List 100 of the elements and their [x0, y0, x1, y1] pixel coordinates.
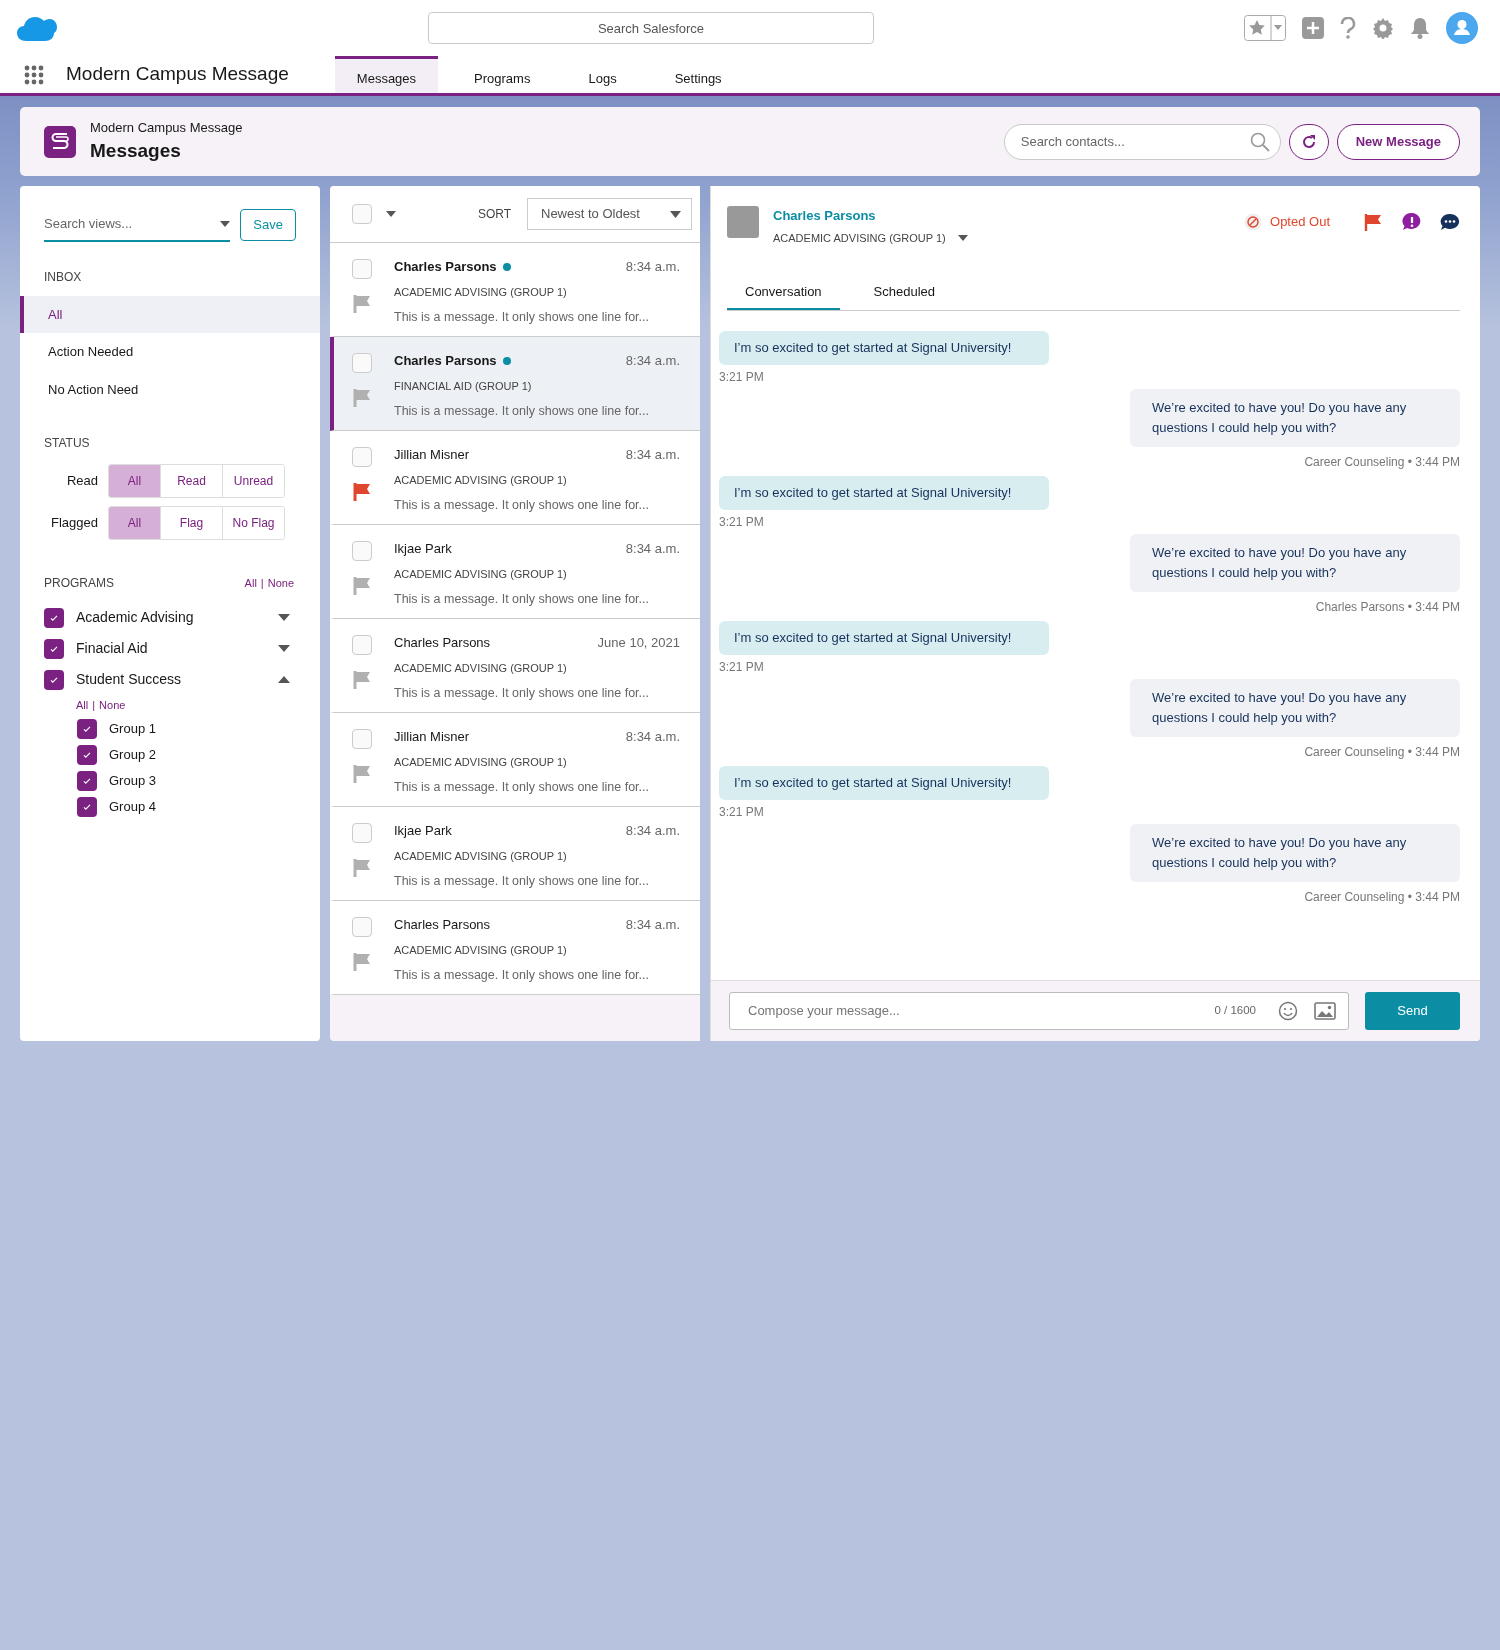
plus-icon[interactable] [1302, 17, 1324, 39]
checkbox[interactable] [77, 796, 97, 817]
dropdown-caret-icon[interactable] [386, 211, 396, 217]
refresh-button[interactable] [1288, 123, 1329, 160]
send-button[interactable]: Send [1365, 992, 1460, 1030]
views-search-field[interactable]: Search views... [44, 208, 231, 242]
select-all-checkbox[interactable] [352, 204, 372, 224]
message-preview: This is a message. It only shows one line for... [394, 403, 650, 420]
dropdown-caret-icon[interactable] [957, 234, 968, 241]
message-row[interactable]: Ikjae Park 8:34 a.m. ACADEMIC ADVISING (GROUP 1) This is a message. It only shows one line for... [330, 525, 700, 619]
sort-label: SORT [477, 206, 511, 223]
row-checkbox[interactable] [352, 729, 372, 749]
checkbox[interactable] [77, 770, 97, 791]
checkbox[interactable] [44, 607, 64, 628]
notifications-bell-icon[interactable] [1410, 17, 1430, 39]
row-checkbox[interactable] [352, 353, 372, 373]
conversation-tab[interactable]: Conversation [727, 276, 840, 310]
row-checkbox[interactable] [352, 259, 372, 279]
app-launcher-icon[interactable] [24, 64, 44, 85]
help-icon[interactable] [1340, 17, 1356, 39]
row-checkbox[interactable] [352, 447, 372, 467]
row-checkbox[interactable] [352, 541, 372, 561]
flag-outline-icon[interactable] [352, 387, 371, 407]
nav-tab[interactable]: Settings [652, 56, 744, 93]
checkbox[interactable] [77, 744, 97, 765]
flag-icon[interactable] [352, 481, 371, 501]
checkbox[interactable] [77, 718, 97, 739]
flag-outline-icon[interactable] [352, 857, 371, 877]
program-label: Academic Advising [76, 608, 195, 627]
group-label: Group 4 [109, 797, 156, 816]
row-checkbox[interactable] [352, 635, 372, 655]
message-meta: Career Counseling • 3:44 PM [1304, 453, 1460, 471]
message-row[interactable]: Charles Parsons 8:34 a.m. FINANCIAL AID (GROUP 1) This is a message. It only shows one line for... [330, 337, 700, 431]
sender-name: Jillian Misner [394, 446, 470, 464]
flag-outline-icon[interactable] [352, 575, 371, 595]
group-label: Group 3 [109, 771, 156, 790]
row-checkbox[interactable] [352, 917, 372, 937]
flag-outline-icon[interactable] [352, 951, 371, 971]
settings-icon[interactable] [1372, 17, 1394, 39]
checkbox[interactable] [44, 669, 64, 690]
program-name: ACADEMIC ADVISING (GROUP 1) [394, 472, 568, 488]
inbox-item[interactable]: No Action Need [20, 370, 320, 408]
flag-icon[interactable] [1364, 213, 1382, 231]
filter-option[interactable]: All [109, 465, 160, 497]
filter-label: Read [65, 472, 98, 491]
message-preview: This is a message. It only shows one line for... [394, 685, 650, 702]
none-link[interactable]: None [267, 574, 294, 592]
emoji-icon[interactable] [1278, 1001, 1298, 1021]
sender-name: Charles Parsons [394, 634, 491, 652]
collapse-caret-icon[interactable] [278, 676, 290, 683]
filter-option[interactable]: Unread [222, 465, 284, 497]
filter-option[interactable]: No Flag [222, 507, 284, 539]
message-row[interactable]: Jillian Misner 8:34 a.m. ACADEMIC ADVISING (GROUP 1) This is a message. It only shows one line for... [330, 431, 700, 525]
program-name: ACADEMIC ADVISING (GROUP 1) [394, 754, 568, 770]
message-preview: This is a message. It only shows one line for... [394, 967, 650, 984]
nav-tab[interactable]: Programs [452, 56, 553, 93]
sort-dropdown[interactable]: Newest to Oldest [527, 198, 692, 230]
filter-label: Flagged [50, 514, 98, 533]
alert-chat-icon[interactable] [1402, 212, 1422, 232]
contact-search-field[interactable]: Search contacts... [1003, 123, 1281, 160]
flag-outline-icon[interactable] [352, 293, 371, 313]
flag-outline-icon[interactable] [352, 669, 371, 689]
blocked-icon [1244, 213, 1262, 231]
message-row[interactable]: Ikjae Park 8:34 a.m. ACADEMIC ADVISING (GROUP 1) This is a message. It only shows one line for... [330, 807, 700, 901]
inbox-item[interactable]: All [20, 295, 320, 333]
program-name: FINANCIAL AID (GROUP 1) [394, 378, 533, 394]
message-preview: This is a message. It only shows one line for... [394, 309, 650, 326]
message-row[interactable]: Jillian Misner 8:34 a.m. ACADEMIC ADVISING (GROUP 1) This is a message. It only shows one line for... [330, 713, 700, 807]
conversation-tab[interactable]: Scheduled [855, 276, 954, 310]
contact-program: ACADEMIC ADVISING (GROUP 1) [773, 230, 946, 246]
all-link[interactable]: All [244, 574, 257, 592]
chat-bubble-icon[interactable] [1440, 212, 1460, 232]
expand-caret-icon[interactable] [278, 614, 290, 621]
filter-option[interactable]: All [109, 507, 160, 539]
nav-tab[interactable]: Messages [334, 56, 439, 93]
new-message-button[interactable]: New Message [1336, 123, 1460, 160]
checkbox[interactable] [44, 638, 64, 659]
message-meta: 3:21 PM [719, 803, 764, 821]
nav-tab[interactable]: Logs [566, 56, 639, 93]
inbox-item[interactable]: Action Needed [20, 333, 320, 371]
group-label: Group 1 [109, 719, 156, 738]
search-field[interactable]: Search Salesforce [428, 12, 874, 44]
save-button[interactable]: Save [240, 209, 296, 241]
message-meta: 3:21 PM [719, 368, 764, 386]
flag-outline-icon[interactable] [352, 763, 371, 783]
contact-name-link[interactable]: Charles Parsons [773, 206, 1244, 226]
none-link[interactable]: None [99, 697, 126, 714]
message-row[interactable]: Charles Parsons 8:34 a.m. ACADEMIC ADVISING (GROUP 1) This is a message. It only shows one line for... [330, 901, 700, 995]
sender-name: Charles Parsons [394, 352, 497, 370]
avatar-icon[interactable] [1446, 12, 1478, 44]
row-checkbox[interactable] [352, 823, 372, 843]
compose-field[interactable]: Compose your message... 0 / 1600 [729, 992, 1349, 1030]
message-row[interactable]: Charles Parsons 8:34 a.m. ACADEMIC ADVISING (GROUP 1) This is a message. It only shows one line for... [330, 243, 700, 337]
message-time: 8:34 a.m. [625, 352, 680, 370]
dropdown-caret-icon [220, 220, 231, 227]
image-icon[interactable] [1314, 1002, 1336, 1020]
program-name: ACADEMIC ADVISING (GROUP 1) [394, 942, 568, 958]
message-row[interactable]: Charles Parsons June 10, 2021 ACADEMIC ADVISING (GROUP 1) This is a message. It only shows one line for... [330, 619, 700, 713]
expand-caret-icon[interactable] [278, 645, 290, 652]
all-link[interactable]: All [76, 697, 89, 714]
